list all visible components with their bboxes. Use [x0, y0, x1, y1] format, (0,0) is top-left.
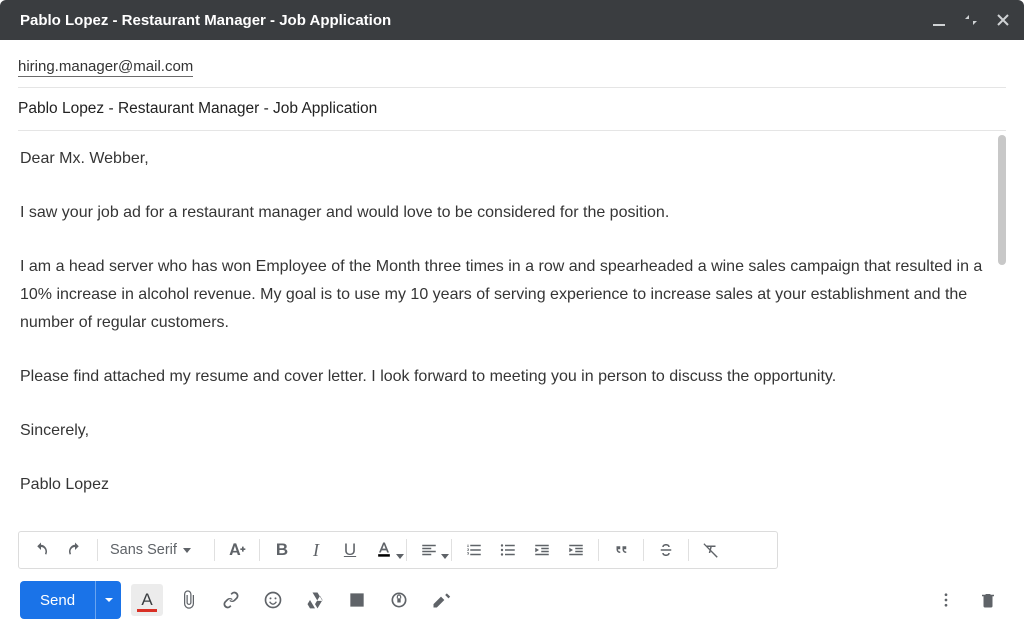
body-paragraph: Dear Mx. Webber, — [20, 145, 994, 173]
quote-icon[interactable] — [605, 535, 637, 565]
body-paragraph: Sincerely, — [20, 417, 994, 445]
message-body-area[interactable]: Dear Mx. Webber, I saw your job ad for a… — [18, 131, 1006, 531]
font-size-icon[interactable] — [221, 535, 253, 565]
subject-text: Pablo Lopez - Restaurant Manager - Job A… — [18, 100, 377, 117]
separator — [259, 539, 260, 561]
window-titlebar: Pablo Lopez - Restaurant Manager - Job A… — [0, 0, 1024, 40]
recipient-chip[interactable]: hiring.manager@mail.com — [18, 58, 193, 77]
exit-fullscreen-icon[interactable] — [964, 13, 978, 27]
send-button-group: Send — [20, 581, 121, 619]
undo-icon[interactable] — [25, 535, 57, 565]
separator — [688, 539, 689, 561]
font-name-label: Sans Serif — [110, 542, 177, 558]
indent-more-icon[interactable] — [560, 535, 592, 565]
discard-draft-icon[interactable] — [972, 584, 1004, 616]
insert-signature-icon[interactable] — [425, 584, 457, 616]
window-controls — [932, 13, 1010, 27]
text-color-button[interactable]: A — [131, 584, 163, 616]
chevron-down-icon — [441, 554, 449, 559]
body-paragraph: I saw your job ad for a restaurant manag… — [20, 199, 994, 227]
insert-photo-icon[interactable] — [341, 584, 373, 616]
chevron-down-icon — [183, 548, 191, 553]
numbered-list-icon[interactable] — [458, 535, 490, 565]
confidential-mode-icon[interactable] — [383, 584, 415, 616]
bold-icon[interactable]: B — [266, 535, 298, 565]
indent-less-icon[interactable] — [526, 535, 558, 565]
compose-body: hiring.manager@mail.com Pablo Lopez - Re… — [0, 40, 1024, 635]
insert-link-icon[interactable] — [215, 584, 247, 616]
more-options-icon[interactable] — [930, 584, 962, 616]
separator — [643, 539, 644, 561]
separator — [214, 539, 215, 561]
body-paragraph: I am a head server who has won Employee … — [20, 253, 994, 337]
font-family-picker[interactable]: Sans Serif — [104, 535, 208, 565]
bulleted-list-icon[interactable] — [492, 535, 524, 565]
underline-icon[interactable]: U — [334, 535, 366, 565]
body-paragraph: Pablo Lopez — [20, 471, 994, 499]
align-icon[interactable] — [413, 535, 445, 565]
formatting-toolbar: Sans Serif B I U — [18, 531, 778, 569]
close-icon[interactable] — [996, 13, 1010, 27]
subject-field[interactable]: Pablo Lopez - Restaurant Manager - Job A… — [18, 88, 1006, 131]
send-button[interactable]: Send — [20, 581, 95, 619]
insert-drive-icon[interactable] — [299, 584, 331, 616]
attach-file-icon[interactable] — [173, 584, 205, 616]
separator — [406, 539, 407, 561]
strikethrough-icon[interactable] — [650, 535, 682, 565]
separator — [598, 539, 599, 561]
body-paragraph: Please find attached my resume and cover… — [20, 363, 994, 391]
minimize-icon[interactable] — [932, 13, 946, 27]
compose-bottom-bar: Send A — [18, 577, 1006, 635]
text-color-icon[interactable] — [368, 535, 400, 565]
insert-emoji-icon[interactable] — [257, 584, 289, 616]
recipients-row[interactable]: hiring.manager@mail.com — [18, 40, 1006, 88]
clear-formatting-icon[interactable] — [695, 535, 727, 565]
separator — [97, 539, 98, 561]
send-options-dropdown[interactable] — [95, 581, 121, 619]
chevron-down-icon — [396, 554, 404, 559]
message-text[interactable]: Dear Mx. Webber, I saw your job ad for a… — [18, 131, 996, 531]
compose-window: Pablo Lopez - Restaurant Manager - Job A… — [0, 0, 1024, 635]
scrollbar-thumb[interactable] — [998, 135, 1006, 265]
redo-icon[interactable] — [59, 535, 91, 565]
separator — [451, 539, 452, 561]
italic-icon[interactable]: I — [300, 535, 332, 565]
window-title: Pablo Lopez - Restaurant Manager - Job A… — [20, 12, 932, 29]
